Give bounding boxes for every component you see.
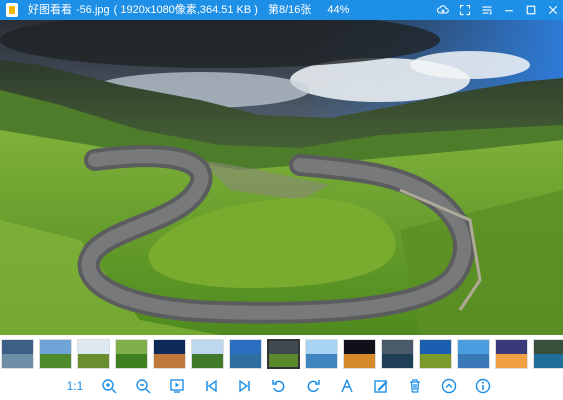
rotate-right-button[interactable] xyxy=(296,373,330,399)
zoom-out-icon xyxy=(136,379,151,394)
thumbnail[interactable] xyxy=(267,339,300,369)
info-icon xyxy=(475,378,491,394)
thumbnail-land xyxy=(458,354,489,368)
file-info: ( 1920x1080像素,364.51 KB ) xyxy=(113,4,258,16)
thumbnail[interactable] xyxy=(419,339,452,369)
thumbnail-sky xyxy=(192,340,223,354)
minimize-icon xyxy=(505,10,513,12)
thumbnail-land xyxy=(306,354,337,368)
thumbnail-land xyxy=(382,354,413,368)
thumbnail-sky xyxy=(382,340,413,354)
thumbnail-land xyxy=(344,354,375,368)
cloud-button[interactable] xyxy=(433,0,453,20)
thumbnail-sky xyxy=(420,340,451,354)
compare-icon xyxy=(341,379,353,393)
cloud-icon xyxy=(437,5,449,14)
thumbnail-land xyxy=(78,354,109,368)
thumbnail-sky xyxy=(230,340,261,354)
thumbnail[interactable] xyxy=(457,339,490,369)
rotate-left-button[interactable] xyxy=(262,373,296,399)
prev-image-button[interactable] xyxy=(194,373,228,399)
thumbnail[interactable] xyxy=(381,339,414,369)
thumbnail-land xyxy=(496,354,527,368)
thumbnail[interactable] xyxy=(77,339,110,369)
thumbnail-land xyxy=(420,354,451,368)
photo-viewer[interactable] xyxy=(0,20,563,335)
rotate-left-icon xyxy=(272,380,285,393)
menu-button[interactable] xyxy=(477,0,497,20)
rotate-right-icon xyxy=(307,380,320,393)
thumbnail-strip xyxy=(0,336,563,372)
thumbnail[interactable] xyxy=(39,339,72,369)
thumbnail-land xyxy=(230,354,261,368)
next-image-button[interactable] xyxy=(228,373,262,399)
app-logo-icon xyxy=(6,3,18,17)
thumbnail[interactable] xyxy=(1,339,34,369)
delete-button[interactable] xyxy=(398,373,432,399)
up-icon xyxy=(441,378,457,394)
thumbnail-sky xyxy=(2,340,33,354)
prev-icon xyxy=(206,379,217,393)
slideshow-button[interactable] xyxy=(160,373,194,399)
bottom-toolbar: 1:1 xyxy=(0,372,563,400)
compare-button[interactable] xyxy=(330,373,364,399)
maximize-button[interactable] xyxy=(521,0,541,20)
close-button[interactable] xyxy=(543,0,563,20)
edit-icon xyxy=(374,380,388,393)
file-name: -56.jpg xyxy=(76,4,110,16)
zoom-level: 44% xyxy=(327,4,350,16)
thumbnail[interactable] xyxy=(343,339,376,369)
info-button[interactable] xyxy=(466,373,500,399)
fullscreen-button[interactable] xyxy=(455,0,475,20)
zoom-out-button[interactable] xyxy=(126,373,160,399)
landscape-photo xyxy=(0,20,563,335)
title-bar: 好图看看 -56.jpg ( 1920x1080像素,364.51 KB ) 第… xyxy=(0,0,563,20)
thumbnail-land xyxy=(269,354,298,367)
close-icon xyxy=(548,5,558,15)
thumbnail[interactable] xyxy=(229,339,262,369)
image-count: 第8/16张 xyxy=(267,4,312,16)
thumbnail-sky xyxy=(78,340,109,354)
thumbnail[interactable] xyxy=(191,339,224,369)
edit-button[interactable] xyxy=(364,373,398,399)
maximize-icon xyxy=(526,5,536,15)
thumbnail-sky xyxy=(458,340,489,354)
thumbnail-sky xyxy=(269,341,298,354)
thumbnail-land xyxy=(40,354,71,368)
thumbnail-sky xyxy=(344,340,375,354)
slideshow-icon xyxy=(170,379,184,393)
actual-size-label: 1:1 xyxy=(66,379,84,393)
delete-icon xyxy=(410,379,420,393)
thumbnail[interactable] xyxy=(115,339,148,369)
thumbnail-sky xyxy=(534,340,563,354)
minimize-button[interactable] xyxy=(499,0,519,20)
thumbnail[interactable] xyxy=(495,339,528,369)
thumbnail-land xyxy=(116,354,147,368)
menu-icon xyxy=(482,6,493,15)
app-name: 好图看看 xyxy=(28,4,72,16)
thumbnail-land xyxy=(534,354,563,368)
window-title: 好图看看 -56.jpg ( 1920x1080像素,364.51 KB ) 第… xyxy=(28,0,349,20)
thumbnail-land xyxy=(2,354,33,368)
thumbnail-sky xyxy=(306,340,337,354)
fullscreen-icon xyxy=(459,4,471,16)
thumbnail-land xyxy=(192,354,223,368)
thumbnail[interactable] xyxy=(305,339,338,369)
up-button[interactable] xyxy=(432,373,466,399)
next-icon xyxy=(239,379,250,393)
thumbnail-sky xyxy=(40,340,71,354)
actual-size-button[interactable]: 1:1 xyxy=(58,373,92,399)
zoom-in-button[interactable] xyxy=(92,373,126,399)
thumbnail[interactable] xyxy=(533,339,563,369)
thumbnail-sky xyxy=(116,340,147,354)
thumbnail-sky xyxy=(154,340,185,354)
thumbnail[interactable] xyxy=(153,339,186,369)
thumbnail-sky xyxy=(496,340,527,354)
thumbnail-land xyxy=(154,354,185,368)
zoom-in-icon xyxy=(102,379,117,394)
